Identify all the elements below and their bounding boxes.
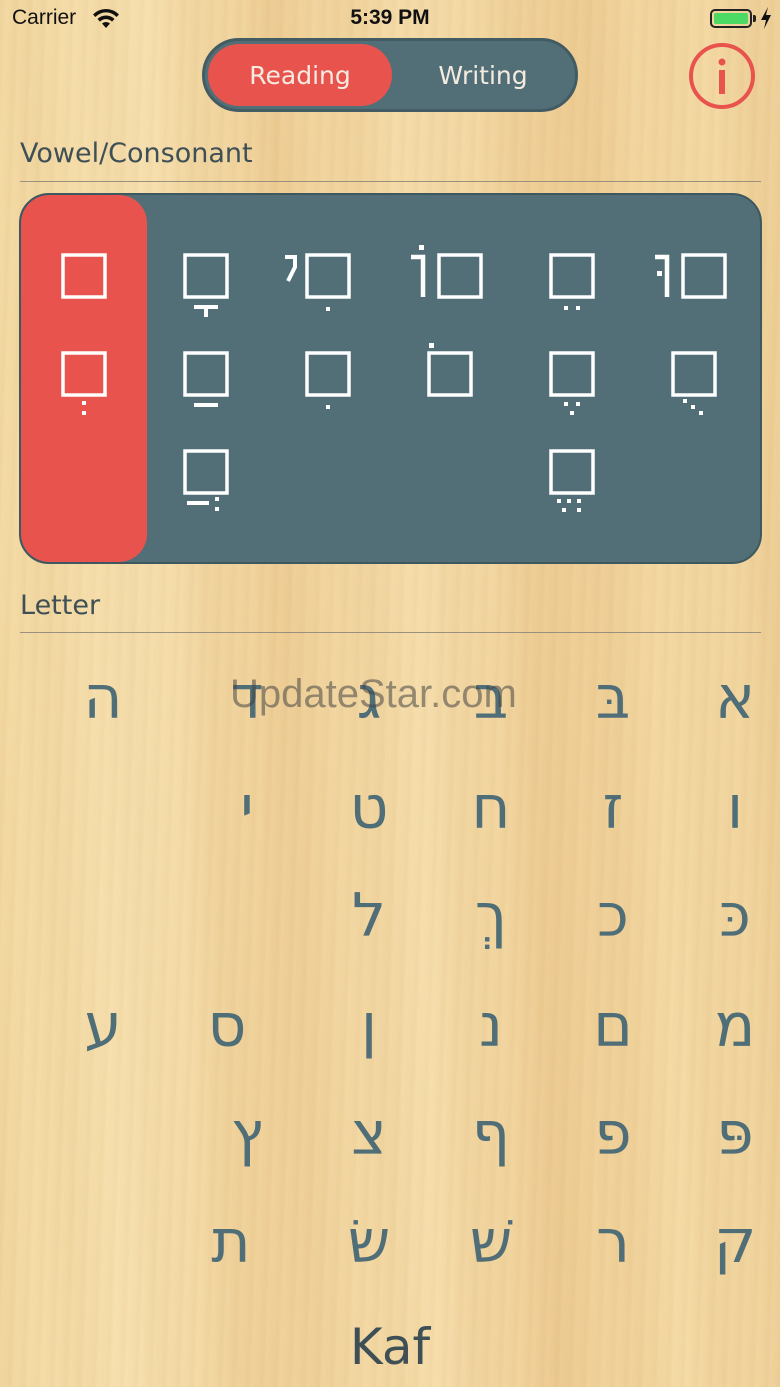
- writing-tab[interactable]: Writing: [391, 44, 575, 106]
- vowel-patah[interactable]: [157, 341, 257, 431]
- letter-cell[interactable]: ס: [172, 976, 282, 1076]
- vowel-holam-vav[interactable]: [401, 243, 501, 333]
- clock: 5:39 PM: [350, 6, 430, 29]
- vowel-hiriq-yod[interactable]: [279, 243, 379, 333]
- letter-cell[interactable]: י: [192, 758, 302, 858]
- current-letter-name: Kaf: [349, 1318, 431, 1376]
- vowel-section-title: Vowel/Consonant: [20, 138, 253, 169]
- status-bar: Carrier 5:39 PM: [0, 0, 780, 40]
- letter-cell[interactable]: ץ: [192, 1084, 302, 1184]
- letter-cell[interactable]: בּ: [558, 648, 668, 748]
- vowel-panel: [19, 193, 762, 564]
- vowel-hataf-patah[interactable]: [157, 439, 257, 529]
- letter-cell[interactable]: ה: [48, 648, 158, 748]
- vowel-plain[interactable]: [35, 243, 135, 333]
- letter-cell[interactable]: ן: [314, 976, 424, 1076]
- letter-cell[interactable]: ף: [436, 1084, 546, 1184]
- letter-cell[interactable]: ר: [558, 1192, 668, 1292]
- letter-cell[interactable]: נ: [436, 976, 546, 1076]
- letter-section-title: Letter: [20, 590, 101, 621]
- letter-cell[interactable]: ל: [314, 866, 424, 966]
- vowel-shuruq[interactable]: [645, 243, 745, 333]
- letter-cell[interactable]: שׁ: [436, 1192, 546, 1292]
- vowel-qamats[interactable]: [157, 243, 257, 333]
- letter-cell[interactable]: צ: [314, 1084, 424, 1184]
- mode-segmented-control: Reading Writing: [202, 38, 578, 112]
- watermark: UpdateStar.com: [230, 672, 517, 716]
- vowel-holam[interactable]: [401, 341, 501, 431]
- vowel-segol[interactable]: [523, 341, 623, 431]
- letter-grid: א בּ ב ג ד ה ו ז ח ט י כּ כ ךְ ל מ ם נ ן…: [0, 640, 780, 1290]
- letter-cell[interactable]: מ: [680, 976, 780, 1076]
- letter-section-divider: [20, 632, 761, 633]
- letter-cell[interactable]: ע: [48, 976, 158, 1076]
- letter-cell[interactable]: ךְ: [436, 866, 546, 966]
- letter-cell[interactable]: ם: [558, 976, 668, 1076]
- letter-cell[interactable]: כ: [558, 866, 668, 966]
- letter-cell[interactable]: שׂ: [314, 1192, 424, 1292]
- vowel-sheva[interactable]: [35, 341, 135, 431]
- letter-cell[interactable]: ט: [314, 758, 424, 858]
- charging-bolt-icon: [761, 7, 771, 29]
- letter-cell[interactable]: ח: [436, 758, 546, 858]
- vowel-kubutz[interactable]: [645, 341, 745, 431]
- info-icon[interactable]: [688, 42, 756, 110]
- reading-tab[interactable]: Reading: [208, 44, 392, 106]
- letter-cell[interactable]: ו: [680, 758, 780, 858]
- battery-charging-icon: [710, 9, 752, 28]
- letter-cell[interactable]: פּ: [680, 1084, 780, 1184]
- vowel-hiriq[interactable]: [279, 341, 379, 431]
- letter-cell[interactable]: כּ: [680, 866, 780, 966]
- vowel-hataf-segol[interactable]: [523, 439, 623, 529]
- letter-cell[interactable]: ז: [558, 758, 668, 858]
- vowel-tsere[interactable]: [523, 243, 623, 333]
- letter-cell[interactable]: א: [680, 648, 780, 748]
- letter-cell[interactable]: ת: [176, 1192, 286, 1292]
- letter-cell[interactable]: פ: [558, 1084, 668, 1184]
- vowel-section-divider: [20, 181, 761, 182]
- letter-cell[interactable]: ק: [680, 1192, 780, 1292]
